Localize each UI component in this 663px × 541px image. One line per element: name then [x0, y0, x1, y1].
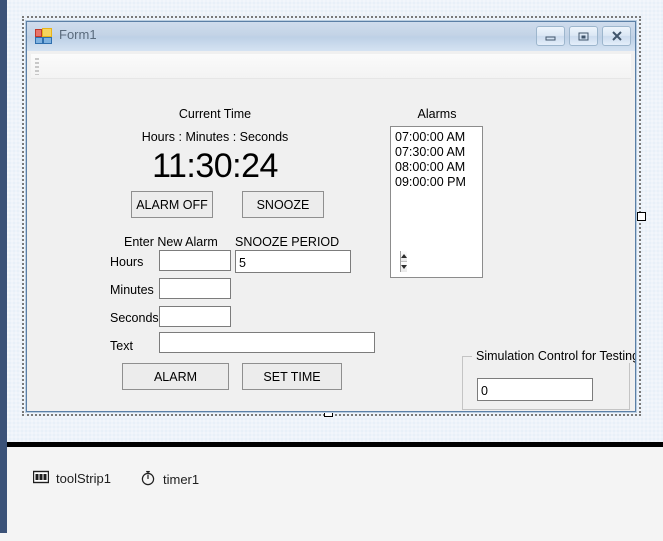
list-item[interactable]: 07:00:00 AM: [395, 130, 478, 145]
simulation-input[interactable]: [478, 379, 635, 400]
hours-input[interactable]: [159, 250, 231, 271]
maximize-icon: [577, 31, 590, 42]
form-title: Form1: [59, 27, 97, 42]
stepper-down-icon[interactable]: [401, 262, 407, 272]
tray-item-label: toolStrip1: [56, 471, 111, 486]
minutes-input[interactable]: [159, 278, 231, 299]
hours-label: Hours: [110, 255, 144, 269]
toolstrip-control[interactable]: [31, 54, 631, 79]
snooze-period-stepper[interactable]: [400, 251, 407, 272]
toolstrip-grip-icon: [35, 58, 39, 75]
resize-handle-right[interactable]: [637, 212, 646, 221]
component-tray: toolStrip1 timer1: [7, 447, 663, 533]
snooze-period-spinner[interactable]: [235, 250, 407, 273]
simulation-control-title: Simulation Control for Testing: [472, 349, 635, 363]
stepper-up-icon[interactable]: [401, 251, 407, 262]
new-alarm-heading: Enter New Alarm: [124, 235, 218, 249]
form-window[interactable]: Form1 Current Time Hours: Minutes: Sec…: [26, 21, 636, 412]
toolstrip-icon: [32, 470, 50, 487]
minimize-button[interactable]: [536, 26, 565, 46]
close-icon: [610, 30, 624, 42]
seconds-label: Seconds: [110, 311, 159, 325]
simulation-spinner[interactable]: [477, 378, 635, 401]
vs-form-icon: [35, 28, 52, 44]
tray-item-label: timer1: [163, 472, 200, 487]
minimize-icon: [544, 31, 557, 41]
left-rail: [0, 0, 7, 541]
alarm-text-input[interactable]: [159, 332, 375, 353]
snooze-period-heading: SNOOZE PERIOD: [235, 235, 340, 249]
minutes-label: Minutes: [110, 283, 154, 297]
visual-studio-designer: Form1 Current Time Hours: Minutes: Sec…: [0, 0, 663, 541]
bottom-rail: [0, 533, 663, 541]
tray-item-timer1[interactable]: timer1: [140, 470, 199, 489]
current-time-value: 11:30:24: [152, 147, 278, 185]
snooze-period-input[interactable]: [236, 251, 400, 272]
alarm-off-button[interactable]: ALARM OFF: [131, 191, 213, 218]
form-titlebar[interactable]: Form1: [27, 22, 635, 52]
window-buttons: [536, 26, 631, 46]
snooze-button[interactable]: SNOOZE: [242, 191, 324, 218]
list-item[interactable]: 08:00:00 AM: [395, 160, 478, 175]
set-time-button[interactable]: SET TIME: [242, 363, 342, 390]
time-format-label: Hours : Minutes : Seconds: [141, 130, 289, 144]
maximize-button[interactable]: [569, 26, 598, 46]
text-label: Text: [110, 339, 133, 353]
timer-icon: [140, 470, 156, 489]
seconds-input[interactable]: [159, 306, 231, 327]
tray-item-toolstrip1[interactable]: toolStrip1: [32, 470, 111, 487]
current-time-heading: Current Time: [178, 107, 252, 121]
close-button[interactable]: [602, 26, 631, 46]
list-item[interactable]: 09:00:00 PM: [395, 175, 478, 190]
form-body: Current Time Hours : Minutes : Seconds 1…: [27, 51, 635, 411]
alarms-heading: Alarms: [417, 107, 457, 121]
list-item[interactable]: 07:30:00 AM: [395, 145, 478, 160]
alarm-button[interactable]: ALARM: [122, 363, 229, 390]
